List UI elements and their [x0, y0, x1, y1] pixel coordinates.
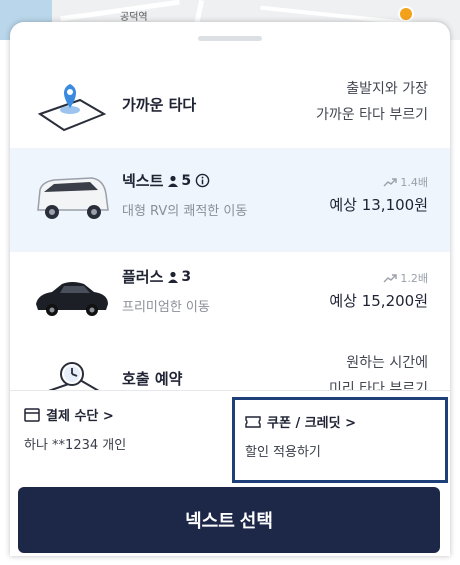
- ride-option-next[interactable]: 넥스트 5 대형 RV의 쾌적한 이동 1.4배 예상 13,100원: [10, 148, 450, 252]
- coupon-title: 쿠폰 / 크레딧 >: [245, 412, 435, 431]
- ticket-icon: [245, 415, 261, 428]
- van-icon: [37, 177, 109, 219]
- location-pin-phone-icon: [37, 84, 107, 132]
- trending-up-icon: [383, 178, 398, 187]
- select-ride-button[interactable]: 넥스트 선택: [18, 487, 440, 553]
- sedan-icon: [36, 282, 108, 316]
- coupon-credit[interactable]: 쿠폰 / 크레딧 > 할인 적용하기: [232, 397, 448, 483]
- payment-method[interactable]: 결제 수단 > 하나 **1234 개인: [24, 405, 224, 465]
- trending-up-icon: [383, 274, 398, 283]
- ride-name: 플러스: [122, 268, 164, 286]
- capacity-badge: 5: [167, 173, 191, 189]
- ride-selection-sheet: 가까운 타다 출발지와 가장 가까운 타다 부르기 넥스트 5 대형 RV의 쾌…: [10, 22, 450, 556]
- payment-method-value: 하나 **1234 개인: [24, 438, 127, 453]
- ride-subtitle: 대형 RV의 쾌적한 이동: [122, 204, 248, 219]
- capacity-badge: 3: [167, 269, 191, 285]
- person-icon: [168, 271, 179, 283]
- ride-desc-line1: 원하는 시간에: [346, 355, 428, 371]
- ride-desc-line2: 가까운 타다 부르기: [316, 107, 428, 123]
- ride-option-plus[interactable]: 플러스 3 프리미엄한 이동 1.2배 예상 15,200원: [10, 244, 450, 348]
- surge-multiplier: 1.2배: [383, 270, 428, 286]
- map-station-label: 공덕역: [120, 12, 148, 23]
- ride-name: 가까운 타다: [122, 96, 197, 114]
- checkout-panel: 결제 수단 > 하나 **1234 개인 쿠폰 / 크레딧 > 할인 적용하기 …: [10, 390, 450, 556]
- ride-desc-line1: 출발지와 가장: [346, 81, 428, 97]
- multiplier-value: 1.2배: [400, 272, 428, 285]
- payment-method-title: 결제 수단 >: [24, 405, 224, 424]
- surge-multiplier: 1.4배: [383, 174, 428, 190]
- drag-handle[interactable]: [198, 36, 262, 41]
- map-marker-icon[interactable]: [398, 6, 414, 22]
- ride-name: 호출 예약: [122, 370, 183, 388]
- payment-method-label: 결제 수단 >: [46, 409, 114, 424]
- capacity-count: 3: [181, 268, 192, 285]
- estimated-price: 예상 13,100원: [329, 196, 428, 214]
- capacity-count: 5: [181, 172, 192, 189]
- multiplier-value: 1.4배: [400, 176, 428, 189]
- person-icon: [168, 175, 179, 187]
- coupon-value: 할인 적용하기: [245, 445, 321, 460]
- ride-name: 넥스트: [122, 172, 164, 190]
- ride-title-row: 플러스 3: [122, 266, 191, 287]
- ride-title-row: 넥스트 5: [122, 170, 210, 191]
- estimated-price: 예상 15,200원: [329, 292, 428, 310]
- ride-option-nearest[interactable]: 가까운 타다 출발지와 가장 가까운 타다 부르기: [10, 54, 450, 158]
- ride-subtitle: 프리미엄한 이동: [122, 300, 210, 315]
- credit-card-icon: [24, 407, 40, 422]
- info-icon[interactable]: [195, 173, 210, 188]
- coupon-label: 쿠폰 / 크레딧 >: [267, 416, 357, 431]
